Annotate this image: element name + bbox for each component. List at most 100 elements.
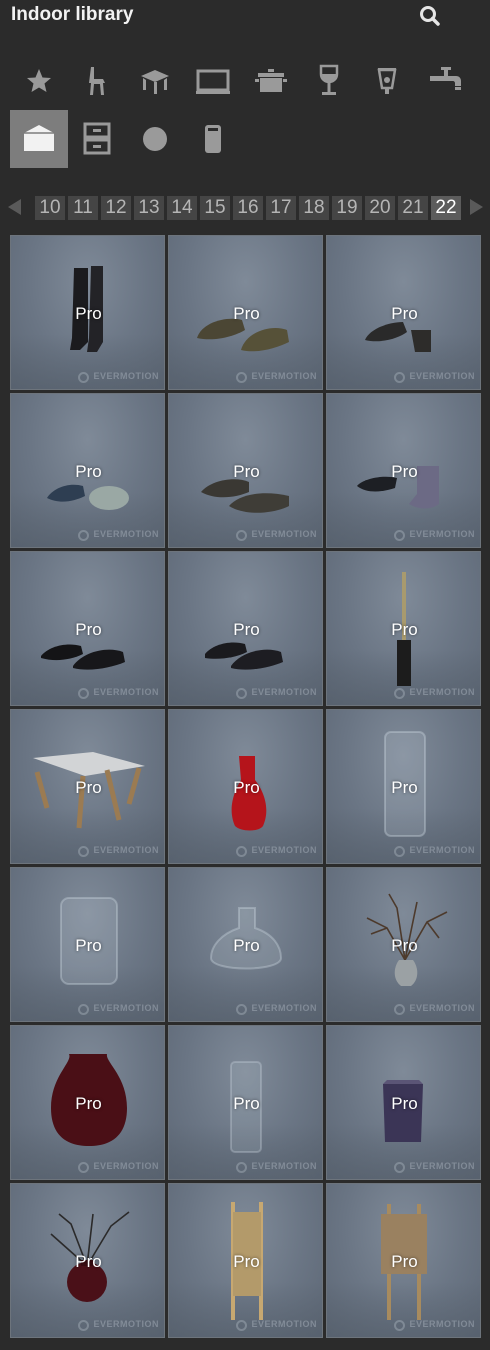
page-21[interactable]: 21: [398, 196, 428, 220]
pro-badge: Pro: [75, 304, 102, 323]
pro-badge: Pro: [233, 1252, 260, 1271]
page-12[interactable]: 12: [101, 196, 131, 220]
page-16[interactable]: 16: [233, 196, 263, 220]
model-tile-glass-bottle[interactable]: Pro EVERMOTION: [168, 1025, 323, 1180]
header: Indoor library: [0, 0, 490, 34]
model-tile-toilet-brush[interactable]: Pro EVERMOTION: [326, 551, 481, 706]
category-decor[interactable]: [10, 110, 68, 168]
category-electronics[interactable]: [184, 52, 242, 110]
model-tile-red-vase[interactable]: Pro EVERMOTION: [168, 709, 323, 864]
page-14[interactable]: 14: [167, 196, 197, 220]
page-20[interactable]: 20: [365, 196, 395, 220]
pro-badge: Pro: [233, 620, 260, 639]
category-kitchen[interactable]: [242, 52, 300, 110]
wine-glass-icon: [319, 64, 339, 95]
pro-badge: Pro: [391, 620, 418, 639]
evermotion-watermark: EVERMOTION: [236, 1003, 317, 1015]
page-10[interactable]: 10: [35, 196, 65, 220]
page-17[interactable]: 17: [266, 196, 296, 220]
circle-icon: [143, 127, 167, 151]
model-tile-branch-vase[interactable]: Pro EVERMOTION: [326, 867, 481, 1022]
page-19[interactable]: 19: [332, 196, 362, 220]
pro-badge: Pro: [391, 1252, 418, 1271]
lamp-icon: [377, 68, 397, 94]
evermotion-watermark: EVERMOTION: [236, 529, 317, 541]
category-glassware[interactable]: [300, 52, 358, 110]
previous-page-arrow-icon[interactable]: [8, 199, 21, 215]
category-chairs[interactable]: [68, 52, 126, 110]
pro-badge: Pro: [75, 778, 102, 797]
evermotion-watermark: EVERMOTION: [394, 1161, 475, 1173]
evermotion-watermark: EVERMOTION: [78, 845, 159, 857]
evermotion-watermark: EVERMOTION: [236, 687, 317, 699]
page-11[interactable]: 11: [68, 196, 98, 220]
model-tile-sneakers-blue[interactable]: Pro EVERMOTION: [10, 393, 165, 548]
evermotion-watermark: EVERMOTION: [78, 1003, 159, 1015]
category-storage[interactable]: [68, 110, 126, 168]
pagination: 10 11 12 13 14 15 16 17 18 19 20 21 22: [0, 194, 490, 222]
evermotion-watermark: EVERMOTION: [236, 1319, 317, 1331]
model-tile-sneakers-dark[interactable]: Pro EVERMOTION: [168, 551, 323, 706]
model-tile-wooden-ladder[interactable]: Pro EVERMOTION: [168, 1183, 323, 1338]
pro-badge: Pro: [75, 1252, 102, 1271]
model-tile-magazine-stool[interactable]: Pro EVERMOTION: [10, 709, 165, 864]
pro-badge: Pro: [233, 462, 260, 481]
category-lighting[interactable]: [358, 52, 416, 110]
model-tile-high-top-sneakers[interactable]: Pro EVERMOTION: [326, 393, 481, 548]
evermotion-watermark: EVERMOTION: [394, 1003, 475, 1015]
model-tile-leather-shoes[interactable]: Pro EVERMOTION: [168, 235, 323, 390]
model-tile-ankle-boots[interactable]: Pro EVERMOTION: [326, 235, 481, 390]
cylinder-icon: [205, 125, 221, 153]
page-15[interactable]: 15: [200, 196, 230, 220]
faucet-icon: [430, 67, 461, 90]
model-tile-glass-cylinder[interactable]: Pro EVERMOTION: [326, 709, 481, 864]
model-tile-purple-pot[interactable]: Pro EVERMOTION: [326, 1025, 481, 1180]
model-tile-dark-red-vase[interactable]: Pro EVERMOTION: [10, 1025, 165, 1180]
pro-badge: Pro: [233, 304, 260, 323]
pro-badge: Pro: [233, 778, 260, 797]
pro-badge: Pro: [391, 778, 418, 797]
model-tile-glass-bowl[interactable]: Pro EVERMOTION: [168, 867, 323, 1022]
pot-icon: [255, 69, 287, 92]
model-tile-glass-jar[interactable]: Pro EVERMOTION: [10, 867, 165, 1022]
evermotion-watermark: EVERMOTION: [394, 845, 475, 857]
star-icon: [27, 69, 51, 92]
evermotion-watermark: EVERMOTION: [236, 845, 317, 857]
model-tile-sandals[interactable]: Pro EVERMOTION: [168, 393, 323, 548]
category-bathroom[interactable]: [416, 52, 474, 110]
pro-badge: Pro: [75, 1094, 102, 1113]
evermotion-watermark: EVERMOTION: [394, 687, 475, 699]
category-tables[interactable]: [126, 52, 184, 110]
search-icon[interactable]: [417, 4, 443, 28]
pro-badge: Pro: [233, 1094, 260, 1113]
pro-badge: Pro: [391, 462, 418, 481]
page-22-current[interactable]: 22: [431, 196, 461, 220]
page-18[interactable]: 18: [299, 196, 329, 220]
pro-badge: Pro: [75, 462, 102, 481]
category-star[interactable]: [10, 52, 68, 110]
model-tile-wooden-ladder-towel[interactable]: Pro EVERMOTION: [326, 1183, 481, 1338]
library-title: Indoor library: [11, 4, 134, 25]
evermotion-watermark: EVERMOTION: [78, 371, 159, 383]
evermotion-watermark: EVERMOTION: [394, 1319, 475, 1331]
evermotion-watermark: EVERMOTION: [78, 529, 159, 541]
evermotion-watermark: EVERMOTION: [236, 1161, 317, 1173]
evermotion-watermark: EVERMOTION: [394, 371, 475, 383]
model-tile-blossom-vase[interactable]: Pro EVERMOTION: [10, 1183, 165, 1338]
page-13[interactable]: 13: [134, 196, 164, 220]
category-containers[interactable]: [184, 110, 242, 168]
evermotion-watermark: EVERMOTION: [236, 371, 317, 383]
chair-icon: [89, 67, 105, 95]
box-icon: [24, 125, 54, 151]
pro-badge: Pro: [75, 936, 102, 955]
pro-badge: Pro: [391, 936, 418, 955]
next-page-arrow-icon[interactable]: [470, 199, 483, 215]
category-spheres[interactable]: [126, 110, 184, 168]
model-tile-slip-on-shoes[interactable]: Pro EVERMOTION: [10, 551, 165, 706]
monitor-icon: [196, 69, 230, 94]
model-tile-boots[interactable]: Pro EVERMOTION: [10, 235, 165, 390]
pro-badge: Pro: [233, 936, 260, 955]
pro-badge: Pro: [391, 1094, 418, 1113]
evermotion-watermark: EVERMOTION: [78, 1319, 159, 1331]
pro-badge: Pro: [75, 620, 102, 639]
